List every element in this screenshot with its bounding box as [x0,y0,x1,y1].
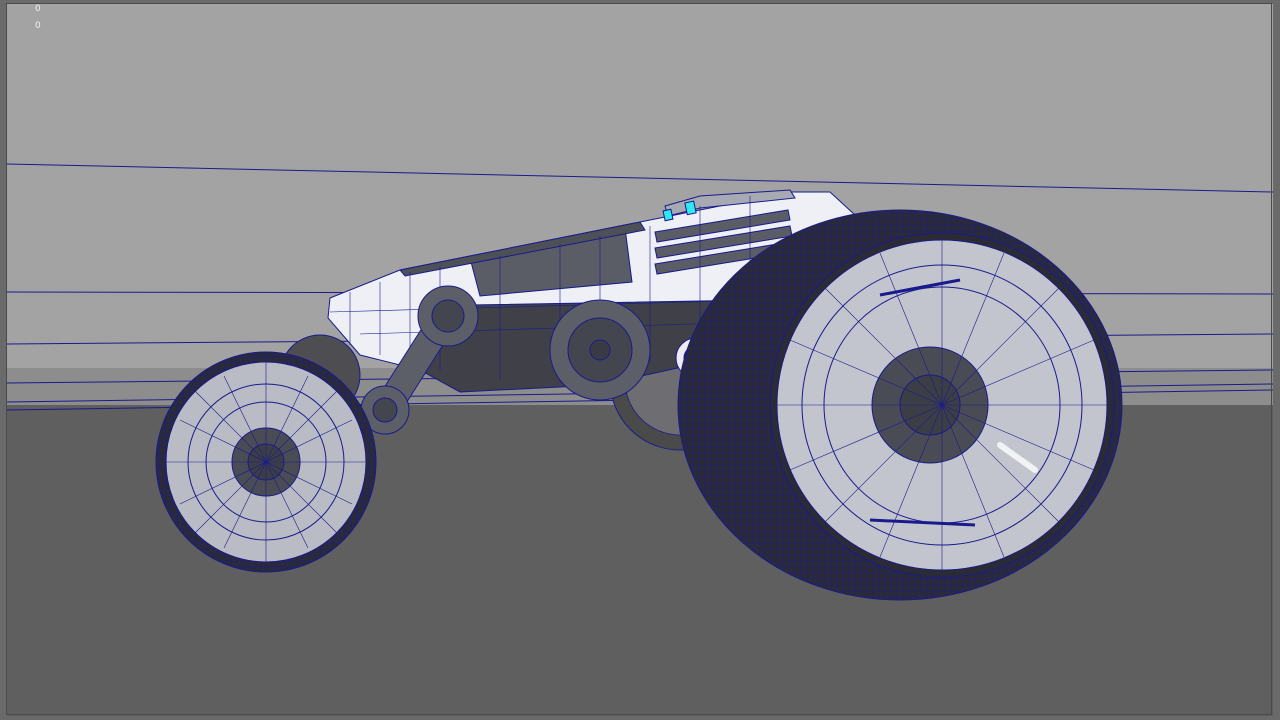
3d-viewport[interactable]: 0 0 [0,0,1280,720]
hud-readout-2: 0 [35,21,41,31]
vehicle-wireframe-scene[interactable] [0,0,1280,720]
rear-wheel[interactable] [677,209,1123,601]
hud-readout-1: 0 [35,4,41,14]
front-wheel[interactable] [155,351,377,573]
